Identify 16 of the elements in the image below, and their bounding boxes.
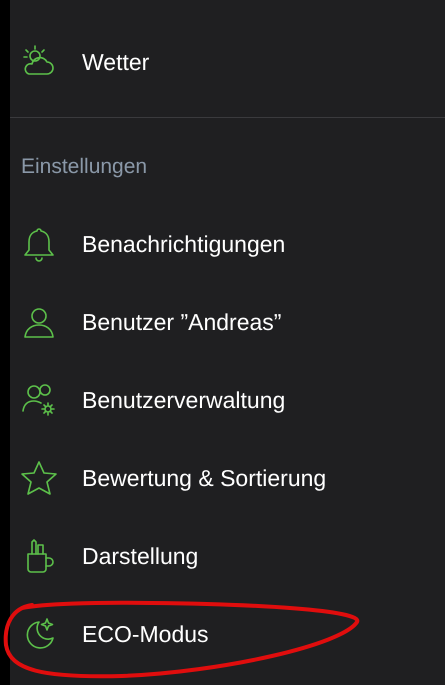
menu-item[interactable]: Wetter [10, 23, 445, 101]
menu-item[interactable]: Benachrichtigungen [10, 205, 445, 283]
menu-item[interactable]: ECO-Modus [10, 595, 445, 673]
menu-item-label: Benutzerverwaltung [82, 386, 286, 415]
star-icon [19, 458, 59, 498]
menu-item[interactable]: Benutzerverwaltung [10, 361, 445, 439]
menu-item[interactable]: Benutzer ”Andreas” [10, 283, 445, 361]
menu-item[interactable]: Darstellung [10, 517, 445, 595]
menu-item-label: ECO-Modus [82, 620, 209, 649]
menu-item[interactable]: Bewertung & Sortierung [10, 439, 445, 517]
menu-item-label: Benachrichtigungen [82, 230, 286, 259]
menu-item-label: Wetter [82, 48, 150, 77]
section-heading: Einstellungen [21, 155, 148, 178]
menu-item-label: Benutzer ”Andreas” [82, 308, 282, 337]
menu-item-label: Bewertung & Sortierung [82, 464, 326, 493]
menu-item-label: Darstellung [82, 542, 198, 571]
